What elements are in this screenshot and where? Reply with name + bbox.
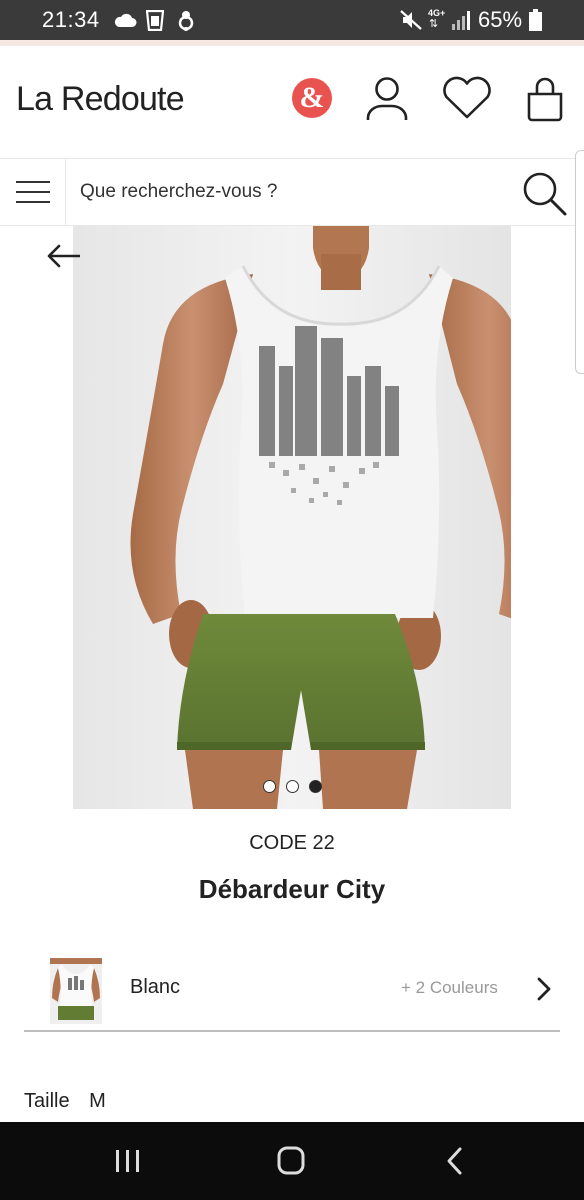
- cup-icon: [146, 10, 164, 31]
- gallery-dot[interactable]: [263, 780, 276, 793]
- menu-line-icon: [16, 181, 50, 183]
- site-logo[interactable]: La Redoute: [16, 80, 185, 119]
- battery-icon: [529, 9, 542, 31]
- tree-icon: [178, 11, 194, 31]
- ampersand-icon[interactable]: &: [292, 78, 332, 118]
- menu-line-icon: [16, 191, 50, 193]
- wishlist-icon[interactable]: [441, 76, 493, 120]
- mute-icon: [400, 10, 422, 30]
- search-input[interactable]: [66, 159, 506, 225]
- basket-icon[interactable]: [526, 76, 564, 122]
- menu-line-icon: [16, 201, 50, 203]
- hamburger-menu-button[interactable]: [0, 159, 66, 225]
- color-selector[interactable]: Blanc + 2 Couleurs: [24, 950, 560, 1032]
- status-bar: 21:34 4G+ ⇅ 65%: [0, 0, 584, 40]
- scroll-handle[interactable]: [575, 150, 584, 374]
- product-title: Débardeur City: [198, 874, 386, 904]
- search-bar: [0, 158, 584, 226]
- gallery-dot[interactable]: [286, 780, 299, 793]
- recents-icon[interactable]: [108, 1144, 148, 1178]
- size-row[interactable]: Taille M: [24, 1090, 106, 1113]
- color-thumbnail: [50, 958, 102, 1024]
- gallery-dot-active[interactable]: [309, 780, 322, 793]
- battery-percent: 65%: [478, 7, 523, 32]
- back-icon[interactable]: [435, 1144, 475, 1178]
- product-brand[interactable]: CODE 22: [0, 832, 584, 855]
- home-icon[interactable]: [271, 1144, 311, 1178]
- more-colors-label: + 2 Couleurs: [401, 978, 498, 997]
- site-header: La Redoute &: [0, 46, 584, 158]
- system-nav-bar: [0, 1122, 584, 1200]
- size-label: Taille: [24, 1090, 70, 1112]
- account-icon[interactable]: [365, 76, 409, 122]
- network-icon: 4G+ ⇅: [428, 8, 446, 30]
- product-image[interactable]: [73, 226, 511, 809]
- chevron-right-icon: [537, 977, 551, 1001]
- product-photo-illustration: [73, 226, 511, 809]
- search-icon[interactable]: [518, 169, 570, 217]
- cloud-icon: [114, 13, 137, 27]
- size-value: M: [89, 1090, 106, 1112]
- status-time: 21:34: [42, 7, 100, 32]
- signal-icon: [452, 11, 470, 30]
- selected-color-label: Blanc: [130, 976, 181, 998]
- gallery-pagination: [260, 780, 330, 794]
- back-arrow-icon[interactable]: [44, 240, 84, 272]
